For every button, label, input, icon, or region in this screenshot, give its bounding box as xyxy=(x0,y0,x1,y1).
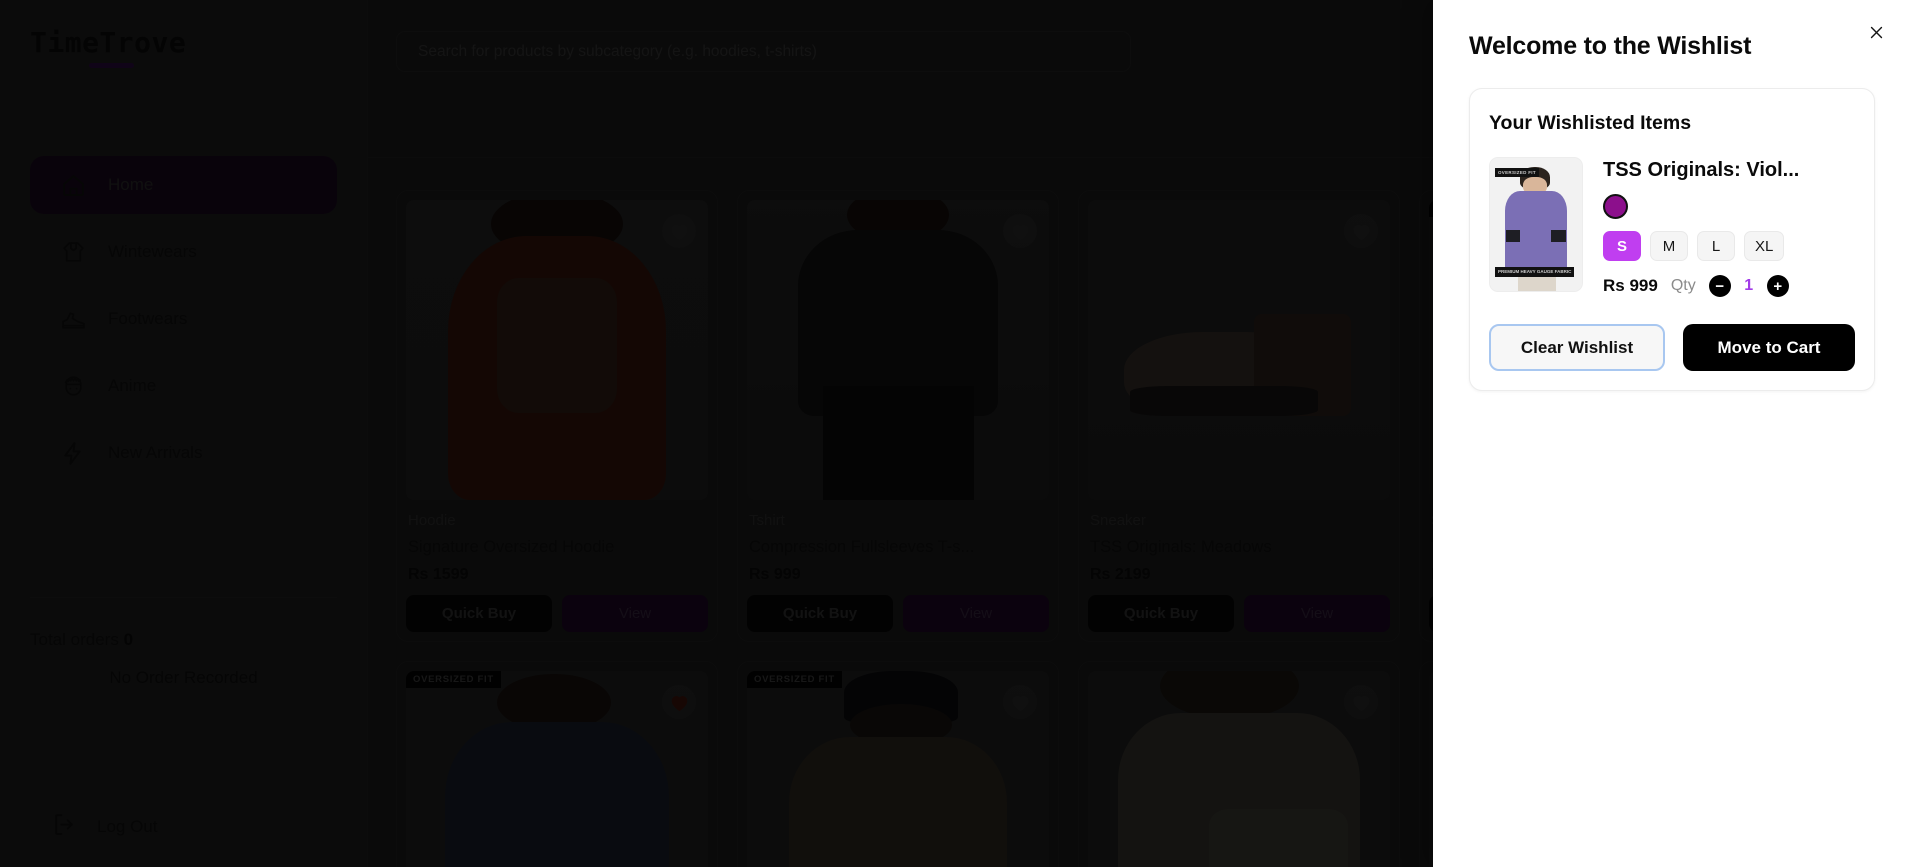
wishlist-item-thumbnail[interactable]: OVERSIZED FIT PREMIUM HEAVY GAUGE FABRIC xyxy=(1489,157,1583,292)
wishlist-item-name: TSS Originals: Viol... xyxy=(1603,159,1800,181)
size-option-m[interactable]: M xyxy=(1650,231,1688,261)
wishlist-thumb-fit-tag: OVERSIZED FIT xyxy=(1495,168,1539,177)
wishlist-panel: Welcome to the Wishlist Your Wishlisted … xyxy=(1433,0,1911,867)
wishlist-item-details: TSS Originals: Viol... S M L XL Rs 999 Q… xyxy=(1603,157,1855,297)
size-selector: S M L XL xyxy=(1603,231,1855,261)
wishlist-panel-title: Welcome to the Wishlist xyxy=(1469,32,1752,60)
qty-label: Qty xyxy=(1670,277,1696,294)
wishlist-actions: Clear Wishlist Move to Cart xyxy=(1489,324,1855,371)
app-root: TimeTrove Home xyxy=(0,0,1911,867)
wishlisted-items-card: Your Wishlisted Items OVERSIZED FIT PREM… xyxy=(1469,88,1875,391)
qty-value: 1 xyxy=(1744,277,1754,294)
wishlist-item-row: OVERSIZED FIT PREMIUM HEAVY GAUGE FABRIC… xyxy=(1489,157,1855,297)
size-option-xl[interactable]: XL xyxy=(1744,231,1785,261)
size-option-l[interactable]: L xyxy=(1697,231,1735,261)
size-option-s[interactable]: S xyxy=(1603,231,1641,261)
price-quantity-row: Rs 999 Qty − 1 + xyxy=(1603,275,1855,297)
move-to-cart-button[interactable]: Move to Cart xyxy=(1683,324,1855,371)
wishlist-thumb-fabric-tag: PREMIUM HEAVY GAUGE FABRIC xyxy=(1495,266,1575,277)
wishlist-item-price: Rs 999 xyxy=(1603,276,1658,295)
color-swatch[interactable] xyxy=(1603,194,1628,219)
wishlisted-items-heading: Your Wishlisted Items xyxy=(1489,112,1692,134)
decrement-qty-button[interactable]: − xyxy=(1708,275,1731,297)
close-icon[interactable] xyxy=(1862,18,1890,46)
increment-qty-button[interactable]: + xyxy=(1766,275,1789,297)
clear-wishlist-button[interactable]: Clear Wishlist xyxy=(1489,324,1665,371)
